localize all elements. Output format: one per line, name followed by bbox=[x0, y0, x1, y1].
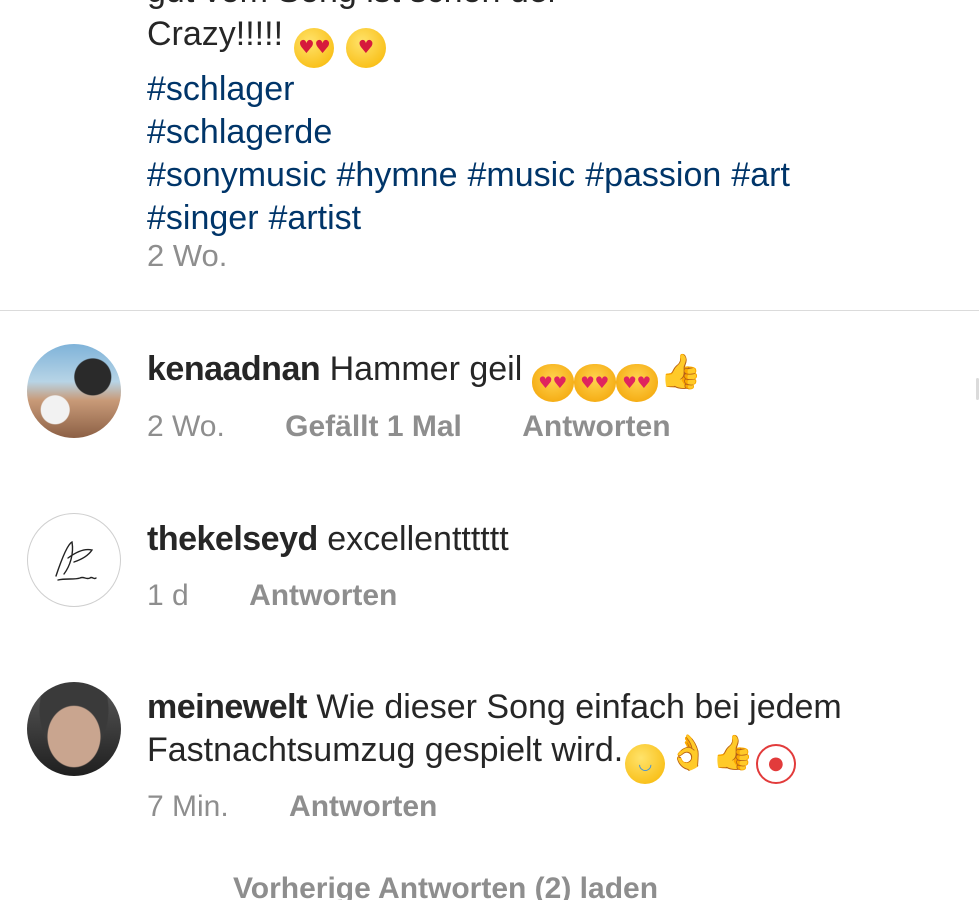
hashtag-link[interactable]: #schlager bbox=[147, 70, 294, 108]
comment-meta: 2 Wo. Gefällt 1 Mal Antworten bbox=[147, 410, 723, 444]
caption-text: Crazy!!!!! bbox=[147, 15, 284, 53]
comment-timestamp: 2 Wo. bbox=[147, 410, 225, 443]
caption-cut-line: gut vom Song ist schon der bbox=[147, 0, 947, 13]
comments-screen: gut vom Song ist schon der Crazy!!!!! ♥♥… bbox=[0, 0, 979, 900]
comment-text: excellentttttt bbox=[327, 520, 509, 558]
hashtag-link[interactable]: #sonymusic bbox=[147, 156, 327, 194]
kissing-heart-emoji-icon: ♥ bbox=[345, 28, 386, 68]
avatar[interactable] bbox=[27, 344, 121, 438]
tears-of-joy-emoji-icon: ◡ bbox=[625, 744, 666, 784]
reply-button[interactable]: Antworten bbox=[522, 410, 670, 444]
comment-meta: 1 d Antworten bbox=[147, 579, 449, 613]
reply-button[interactable]: Antworten bbox=[249, 579, 397, 613]
reply-button[interactable]: Antworten bbox=[289, 790, 437, 824]
clown-emoji-icon: ● bbox=[755, 744, 796, 784]
thumbs-up-emoji-icon: 👍 bbox=[659, 352, 703, 392]
hashtag-link[interactable]: #passion bbox=[585, 156, 721, 194]
comment-timestamp: 1 d bbox=[147, 579, 189, 612]
comment-body: thekelseyd excellentttttt bbox=[147, 518, 947, 561]
comment-username[interactable]: kenaadnan bbox=[147, 350, 321, 388]
load-previous-replies-button[interactable]: Vorherige Antworten (2) laden bbox=[147, 872, 658, 900]
heart-eyes-emoji-icon: ♥♥ bbox=[294, 28, 335, 68]
comment-username[interactable]: thekelseyd bbox=[147, 520, 318, 558]
caption-divider bbox=[0, 310, 979, 311]
hashtag-link[interactable]: #artist bbox=[269, 199, 362, 237]
heart-eyes-cat-emoji-icon: ♥♥ bbox=[573, 364, 616, 402]
comment-timestamp: 7 Min. bbox=[147, 790, 229, 823]
comment-username[interactable]: meinewelt bbox=[147, 688, 307, 726]
signature-icon bbox=[55, 540, 97, 581]
hashtag-link[interactable]: #music bbox=[467, 156, 575, 194]
hashtag-link[interactable]: #singer bbox=[147, 199, 259, 237]
hashtag-link[interactable]: #schlagerde bbox=[147, 113, 332, 151]
heart-eyes-cat-emoji-icon: ♥♥ bbox=[615, 364, 658, 402]
avatar[interactable] bbox=[27, 682, 121, 776]
heart-eyes-cat-emoji-icon: ♥♥ bbox=[531, 364, 574, 402]
comment-body: meinewelt Wie dieser Song einfach bei je… bbox=[147, 686, 947, 784]
ok-hand-emoji-icon: 👌 bbox=[667, 733, 710, 773]
load-previous-replies-label: Vorherige Antworten (2) laden bbox=[233, 872, 659, 900]
comment-body: kenaadnan Hammer geil ♥♥ ♥♥ ♥♥ 👍 bbox=[147, 348, 947, 402]
avatar[interactable] bbox=[27, 513, 121, 607]
thumbs-up-emoji-icon: 👍 bbox=[711, 733, 754, 773]
post-caption: gut vom Song ist schon der Crazy!!!!! ♥♥… bbox=[147, 0, 947, 240]
comment-likes-button[interactable]: Gefällt 1 Mal bbox=[285, 410, 462, 444]
hashtag-link[interactable]: #hymne bbox=[337, 156, 458, 194]
comment-text: Hammer geil bbox=[329, 350, 523, 388]
hashtag-link[interactable]: #art bbox=[731, 156, 790, 194]
caption-timestamp: 2 Wo. bbox=[147, 238, 228, 273]
comment-meta: 7 Min. Antworten bbox=[147, 790, 489, 824]
